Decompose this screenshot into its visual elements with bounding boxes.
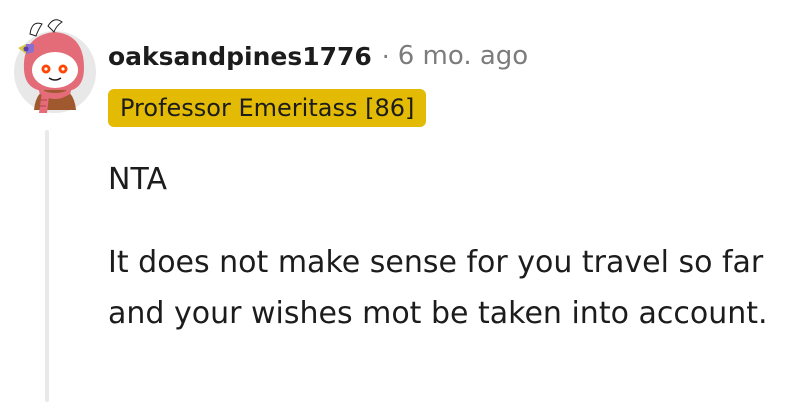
- comment-paragraph: NTA: [108, 162, 167, 197]
- comment-body: NTA It does not make sense for you trave…: [108, 154, 788, 339]
- comment-paragraph: It does not make sense for you travel so…: [108, 245, 768, 331]
- user-avatar[interactable]: [12, 14, 98, 114]
- meta-separator: ·: [381, 41, 390, 71]
- comment: oaksandpines1776 · 6 mo. ago Professor E…: [0, 0, 805, 402]
- user-flair: Professor Emeritass [86]: [108, 89, 427, 127]
- snoo-avatar-icon: [14, 19, 96, 113]
- timestamp[interactable]: 6 mo. ago: [398, 41, 528, 71]
- username-link[interactable]: oaksandpines1776: [108, 42, 372, 71]
- thread-line[interactable]: [45, 130, 49, 402]
- comment-meta: oaksandpines1776 · 6 mo. ago: [108, 36, 528, 76]
